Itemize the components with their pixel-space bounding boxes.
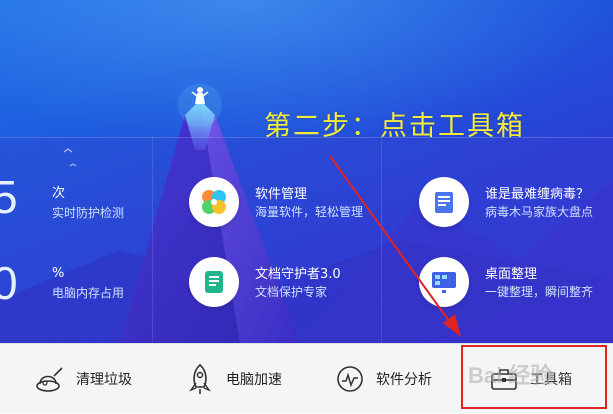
book-icon: [419, 177, 469, 227]
bottom-toolbar: 清理垃圾 电脑加速 软件分析 工具箱: [0, 343, 613, 413]
panel-divider: [381, 137, 382, 343]
feature-title: 文档守护者3.0: [255, 267, 341, 282]
analysis-icon: [332, 361, 368, 397]
feature-panel: [0, 137, 613, 343]
toolbar-label: 电脑加速: [226, 372, 282, 388]
toolbar-toolbox-button[interactable]: 工具箱: [486, 344, 572, 414]
toolbar-label: 清理垃圾: [76, 372, 132, 388]
stat-unit: %: [52, 266, 65, 281]
stat-number: 5: [0, 171, 18, 223]
feature-title: 桌面整理: [485, 267, 538, 282]
toolbar-clean-junk-button[interactable]: 清理垃圾: [32, 344, 132, 414]
monitor-icon: [419, 257, 469, 307]
toolbar-label: 软件分析: [376, 372, 432, 388]
stat-unit: 次: [52, 186, 66, 201]
step-annotation: 第二步：点击工具箱: [264, 111, 525, 142]
feature-subtitle: 病毒木马家族大盘点: [485, 205, 594, 219]
feature-subtitle: 一键整理，瞬间整齐: [485, 285, 594, 299]
hero-banner: 第二步：点击工具箱 5 次 实时防护检测 0 % 电脑内存占用 软件管理 海量软…: [0, 0, 613, 343]
clover-icon: [189, 177, 239, 227]
feature-title: 谁是最难缠病毒？: [485, 187, 590, 202]
toolbar-speedup-button[interactable]: 电脑加速: [182, 344, 282, 414]
panel-divider: [152, 137, 153, 343]
toolbar-label: 工具箱: [530, 372, 572, 388]
toolbox-icon: [486, 361, 522, 397]
vacuum-icon: [32, 361, 68, 397]
stat-number: 0: [0, 257, 18, 309]
toolbar-software-analysis-button[interactable]: 软件分析: [332, 344, 432, 414]
rocket-icon: [182, 361, 218, 397]
document-icon: [189, 257, 239, 307]
stat-label: 电脑内存占用: [52, 286, 125, 300]
feature-title: 软件管理: [255, 187, 308, 202]
feature-subtitle: 文档保护专家: [255, 285, 328, 299]
stat-label: 实时防护检测: [52, 206, 125, 220]
feature-subtitle: 海量软件，轻松管理: [255, 205, 364, 219]
